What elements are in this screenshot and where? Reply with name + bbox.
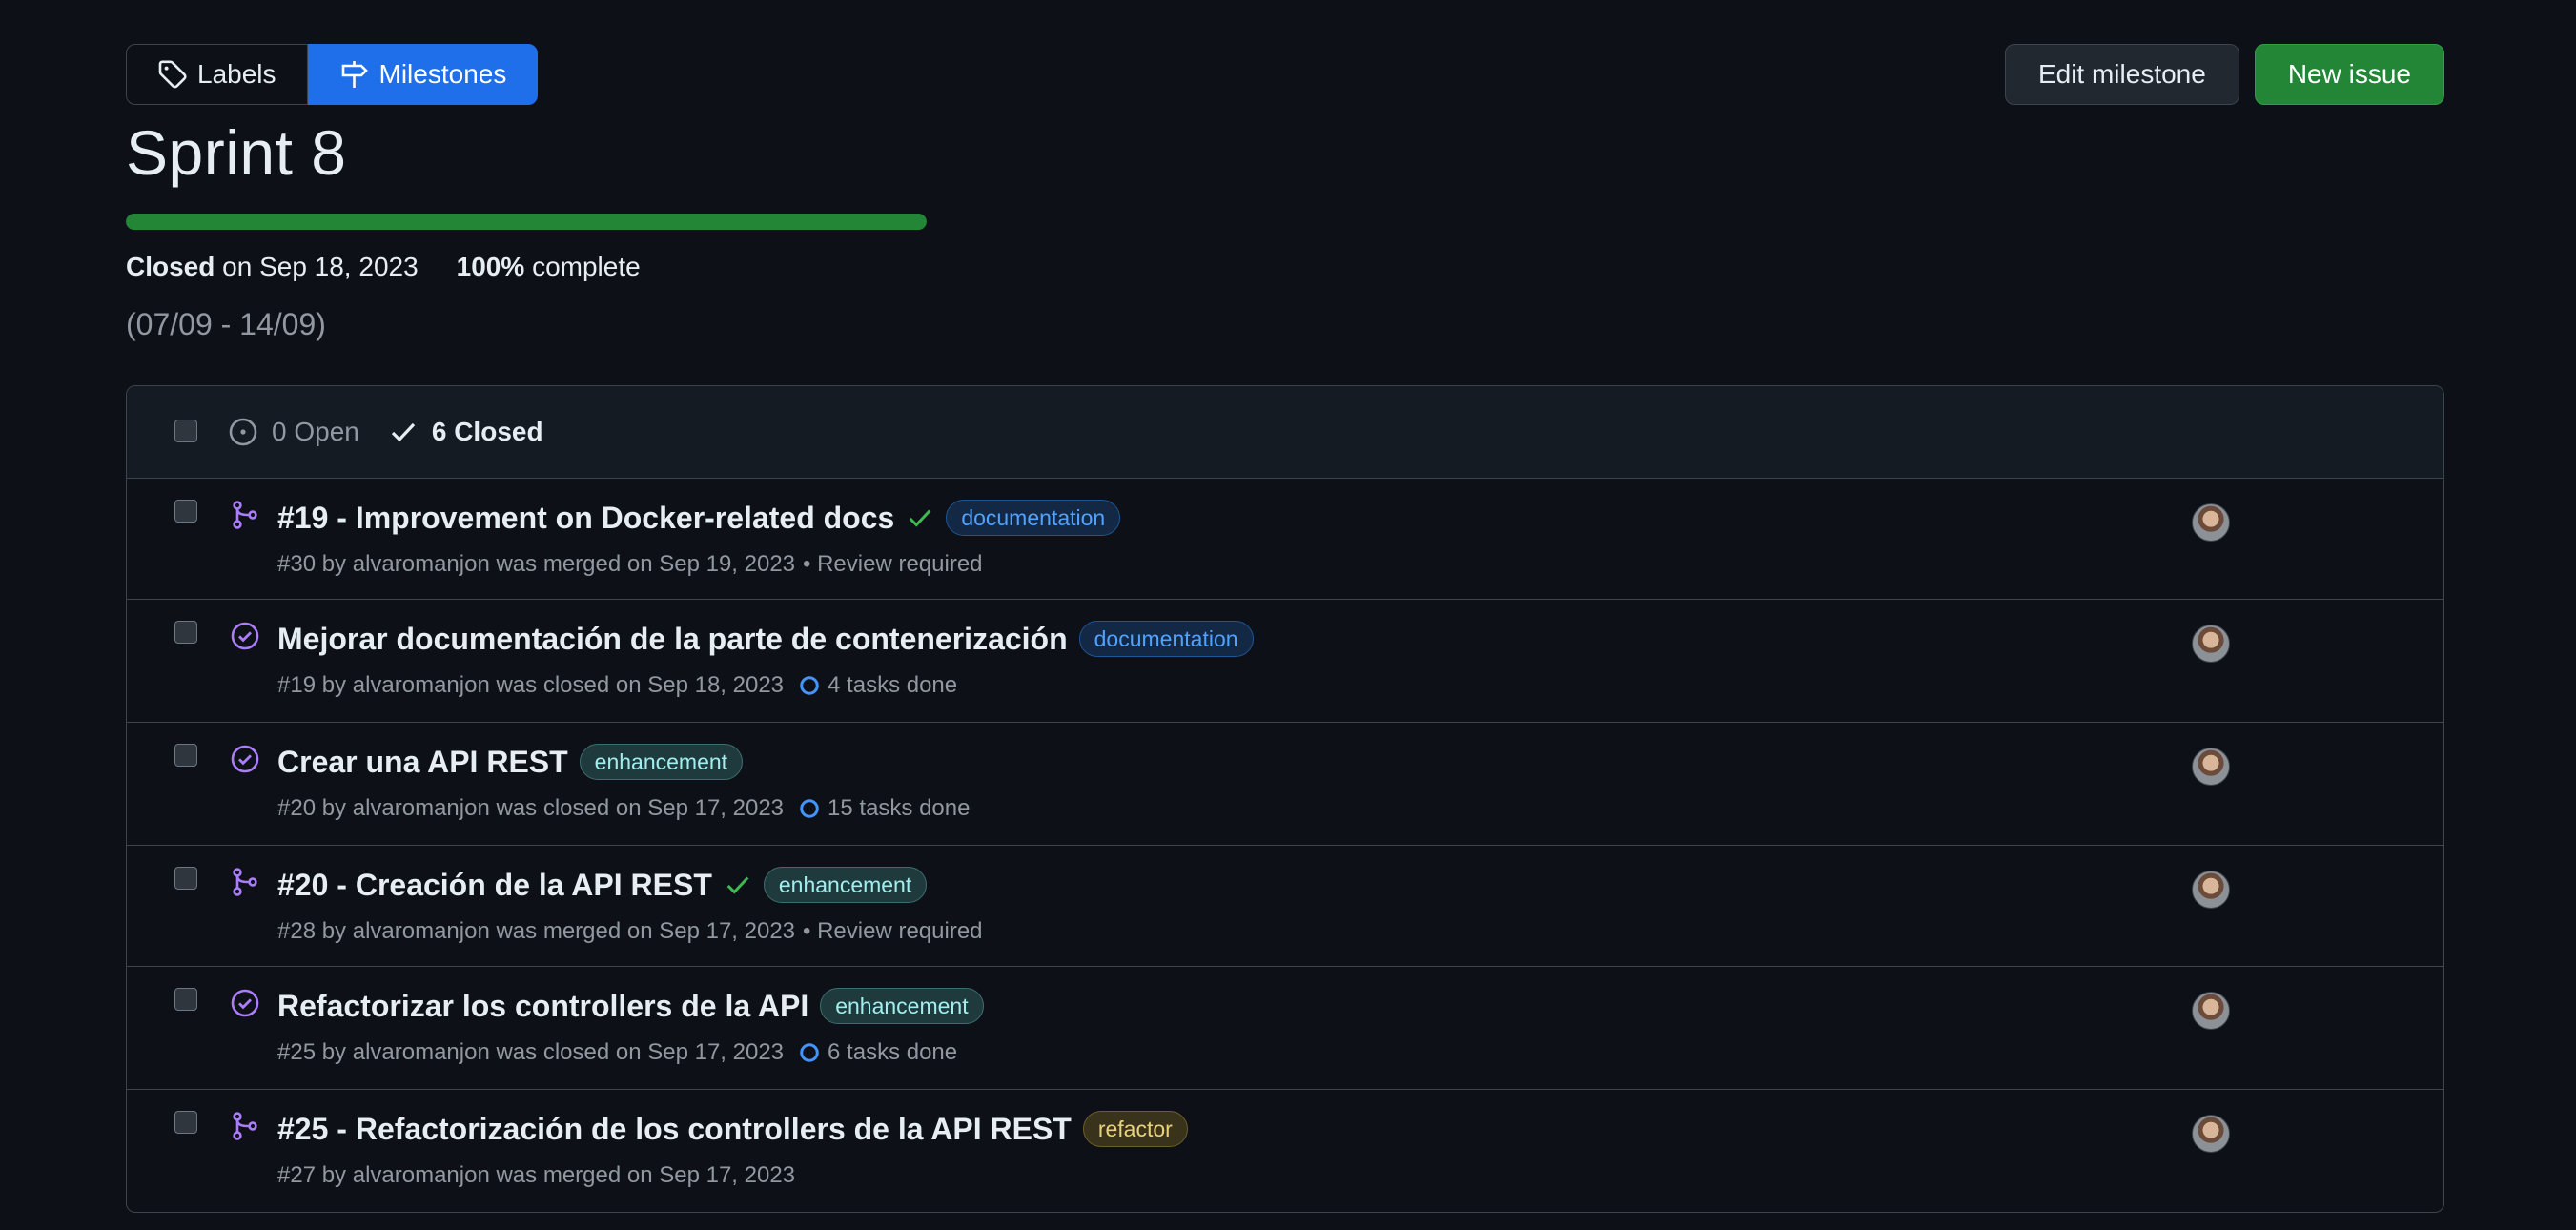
task-progress: 15 tasks done bbox=[799, 795, 970, 822]
task-count: 4 tasks done bbox=[828, 672, 958, 698]
issue-title-link[interactable]: #25 - Refactorización de los controllers… bbox=[277, 1112, 1072, 1147]
issue-title-line: Mejorar documentación de la parte de con… bbox=[277, 621, 1254, 657]
issue-title-line: Refactorizar los controllers de la API en… bbox=[277, 988, 984, 1024]
open-count: 0 Open bbox=[272, 417, 359, 446]
task-progress-ring-icon bbox=[800, 676, 819, 695]
issue-meta-text: #20 by alvaromanjon was closed on Sep 17… bbox=[277, 795, 785, 821]
issue-meta-text: #28 by alvaromanjon was merged on Sep 17… bbox=[277, 918, 796, 944]
merged-pr-icon bbox=[233, 1112, 257, 1140]
tab-labels[interactable]: Labels bbox=[126, 44, 308, 105]
completion-label: complete bbox=[532, 252, 641, 281]
issue-label[interactable]: enhancement bbox=[763, 867, 928, 903]
issue-title-link[interactable]: Refactorizar los controllers de la API bbox=[277, 989, 808, 1024]
issue-meta-text: #25 by alvaromanjon was closed on Sep 17… bbox=[277, 1039, 785, 1065]
merged-pr-icon bbox=[233, 868, 257, 896]
task-count: 15 tasks done bbox=[828, 795, 971, 821]
row-checkbox[interactable] bbox=[174, 1111, 197, 1134]
milestone-progress-bar bbox=[126, 214, 927, 230]
issue-row[interactable]: Refactorizar los controllers de la API en… bbox=[127, 967, 2443, 1090]
issue-row[interactable]: Crear una API REST enhancement #20 by alva… bbox=[127, 723, 2443, 846]
issue-title-link[interactable]: Mejorar documentación de la parte de con… bbox=[277, 622, 1068, 657]
issue-title-line: #19 - Improvement on Docker-related docs… bbox=[277, 500, 1121, 536]
edit-milestone-button[interactable]: Edit milestone bbox=[2004, 44, 2239, 105]
closed-date: on Sep 18, 2023 bbox=[222, 252, 419, 281]
issue-label[interactable]: enhancement bbox=[820, 988, 984, 1024]
issue-title-line: #25 - Refactorización de los controllers… bbox=[277, 1111, 1188, 1147]
issue-title-link[interactable]: #19 - Improvement on Docker-related docs bbox=[277, 501, 894, 536]
closed-label: Closed bbox=[126, 252, 215, 281]
milestone-title: Sprint 8 bbox=[126, 117, 347, 188]
issue-closed-icon bbox=[231, 989, 259, 1017]
task-count: 6 tasks done bbox=[828, 1039, 958, 1065]
milestone-description: (07/09 - 14/09) bbox=[126, 307, 326, 341]
tag-icon bbox=[158, 60, 187, 89]
tab-milestones[interactable]: Milestones bbox=[307, 44, 539, 105]
closed-count: 6 Closed bbox=[431, 417, 543, 446]
open-filter[interactable]: 0 Open bbox=[228, 417, 359, 447]
status-check-icon[interactable] bbox=[906, 503, 934, 532]
issue-title-line: Crear una API REST enhancement bbox=[277, 744, 744, 780]
completion-status: 100% complete bbox=[457, 252, 641, 282]
completion-percent: 100% bbox=[456, 252, 525, 281]
issue-open-icon bbox=[229, 418, 257, 446]
task-progress-ring-icon bbox=[800, 1043, 819, 1062]
issue-meta: #30 by alvaromanjon was merged on Sep 19… bbox=[277, 551, 983, 578]
closed-status: Closed on Sep 18, 2023 bbox=[126, 252, 419, 282]
status-check-icon[interactable] bbox=[724, 871, 752, 899]
review-status: • Review required bbox=[803, 918, 983, 944]
check-icon bbox=[391, 422, 416, 442]
issue-label[interactable]: refactor bbox=[1082, 1111, 1188, 1147]
issue-label[interactable]: documentation bbox=[1078, 621, 1254, 657]
row-checkbox[interactable] bbox=[174, 621, 197, 644]
merged-pr-icon bbox=[233, 501, 257, 529]
milestone-icon bbox=[341, 61, 368, 88]
assignee-avatar[interactable] bbox=[2192, 625, 2230, 663]
assignee-avatar[interactable] bbox=[2192, 1115, 2230, 1153]
row-checkbox[interactable] bbox=[174, 988, 197, 1011]
issue-title-link[interactable]: #20 - Creación de la API REST bbox=[277, 868, 712, 903]
task-progress: 6 tasks done bbox=[799, 1039, 957, 1066]
assignee-avatar[interactable] bbox=[2192, 748, 2230, 786]
issue-list: 0 Open 6 Closed #19 - Improvement on Doc… bbox=[126, 385, 2444, 1213]
milestone-actions: Edit milestone New issue bbox=[2004, 44, 2444, 105]
labels-milestones-nav: Labels Milestones bbox=[126, 44, 539, 105]
select-all-checkbox[interactable] bbox=[174, 420, 197, 442]
issue-title-link[interactable]: Crear una API REST bbox=[277, 745, 568, 780]
milestone-status-line: Closed on Sep 18, 2023 100% complete bbox=[126, 252, 641, 282]
new-issue-button[interactable]: New issue bbox=[2254, 44, 2444, 105]
issue-meta: #20 by alvaromanjon was closed on Sep 17… bbox=[277, 795, 970, 822]
issue-meta-text: #19 by alvaromanjon was closed on Sep 18… bbox=[277, 672, 785, 698]
task-progress: 4 tasks done bbox=[799, 672, 957, 699]
assignee-avatar[interactable] bbox=[2192, 871, 2230, 909]
row-checkbox[interactable] bbox=[174, 867, 197, 890]
review-status: • Review required bbox=[803, 551, 983, 577]
issue-meta: #25 by alvaromanjon was closed on Sep 17… bbox=[277, 1039, 957, 1066]
milestone-progress-fill bbox=[126, 214, 927, 230]
tab-milestones-text: Milestones bbox=[378, 59, 507, 89]
issue-list-header: 0 Open 6 Closed bbox=[127, 386, 2443, 479]
issue-row[interactable]: #20 - Creación de la API REST enhancement… bbox=[127, 846, 2443, 967]
issue-meta-text: #27 by alvaromanjon was merged on Sep 17… bbox=[277, 1162, 796, 1188]
tab-labels-text: Labels bbox=[197, 59, 276, 89]
assignee-avatar[interactable] bbox=[2192, 992, 2230, 1030]
closed-filter[interactable]: 6 Closed bbox=[388, 417, 543, 447]
issue-meta: #27 by alvaromanjon was merged on Sep 17… bbox=[277, 1162, 795, 1189]
row-checkbox[interactable] bbox=[174, 744, 197, 767]
issue-row[interactable]: Mejorar documentación de la parte de con… bbox=[127, 600, 2443, 723]
task-progress-ring-icon bbox=[800, 799, 819, 818]
issue-label[interactable]: documentation bbox=[946, 500, 1121, 536]
assignee-avatar[interactable] bbox=[2192, 503, 2230, 542]
issue-label[interactable]: enhancement bbox=[579, 744, 744, 780]
issue-meta: #28 by alvaromanjon was merged on Sep 17… bbox=[277, 918, 983, 945]
issue-meta: #19 by alvaromanjon was closed on Sep 18… bbox=[277, 672, 957, 699]
issue-closed-icon bbox=[231, 745, 259, 773]
issue-title-line: #20 - Creación de la API REST enhancement bbox=[277, 867, 928, 903]
issue-row[interactable]: #25 - Refactorización de los controllers… bbox=[127, 1090, 2443, 1210]
issue-meta-text: #30 by alvaromanjon was merged on Sep 19… bbox=[277, 551, 796, 577]
issue-row[interactable]: #19 - Improvement on Docker-related docs… bbox=[127, 479, 2443, 600]
issue-rows: #19 - Improvement on Docker-related docs… bbox=[127, 479, 2443, 1210]
row-checkbox[interactable] bbox=[174, 500, 197, 523]
state-filter: 0 Open 6 Closed bbox=[228, 417, 543, 447]
issue-closed-icon bbox=[231, 622, 259, 650]
